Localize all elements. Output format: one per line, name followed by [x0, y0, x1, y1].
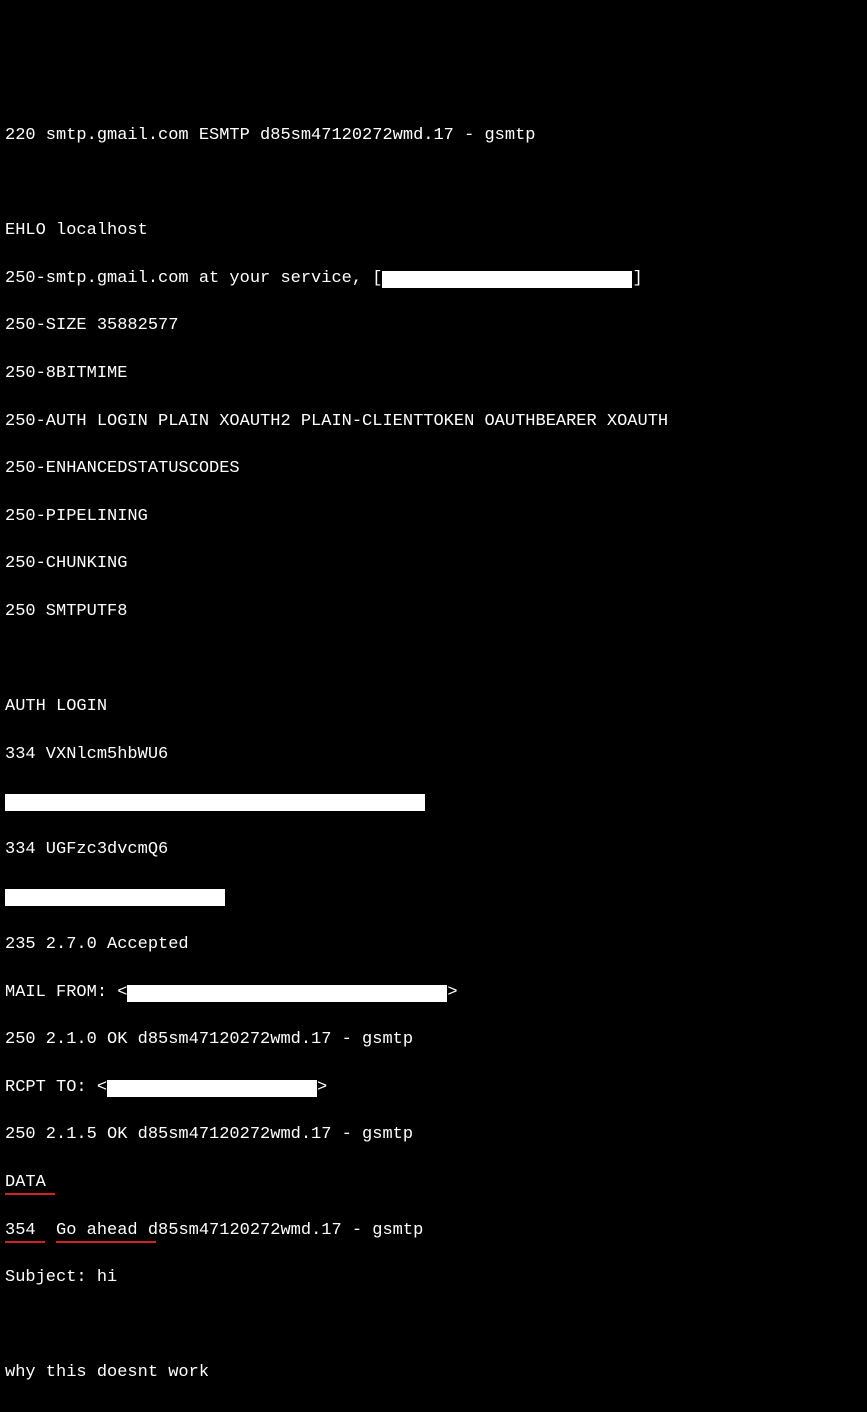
redacted-username-input [5, 790, 862, 814]
smtp-greeting: 220 smtp.gmail.com ESMTP d85sm47120272wm… [5, 124, 862, 148]
redacted-block [5, 794, 425, 811]
blank-line [5, 1314, 862, 1338]
at-service-post: ] [632, 269, 642, 288]
dot-terminator: . [5, 1409, 862, 1412]
blank-line [5, 648, 862, 672]
resp-250-mailok: 250 2.1.0 OK d85sm47120272wmd.17 - gsmtp [5, 1028, 862, 1052]
ehlo-command: EHLO localhost [5, 219, 862, 243]
resp-smtputf8: 250 SMTPUTF8 [5, 600, 862, 624]
code-354: 354 [5, 1221, 36, 1240]
data-text: DATA [5, 1173, 46, 1192]
resp-334-password: 334 UGFzc3dvcmQ6 [5, 838, 862, 862]
resp-chunking: 250-CHUNKING [5, 552, 862, 576]
resp-354-goahead: 354 Go ahead d85sm47120272wmd.17 - gsmtp [5, 1219, 862, 1243]
resp-auth: 250-AUTH LOGIN PLAIN XOAUTH2 PLAIN-CLIEN… [5, 410, 862, 434]
go-ahead-text: Go ahead [56, 1221, 138, 1240]
redacted-ip [382, 271, 632, 288]
resp-8bitmime: 250-8BITMIME [5, 362, 862, 386]
rcpt-to-pre: RCPT TO: < [5, 1078, 107, 1097]
rcpt-to-post: > [317, 1078, 327, 1097]
rcpt-to-line: RCPT TO: < > [5, 1076, 862, 1100]
redacted-from-address [127, 985, 447, 1002]
terminal-output: 220 smtp.gmail.com ESMTP d85sm47120272wm… [5, 100, 862, 1412]
resp-size: 250-SIZE 35882577 [5, 314, 862, 338]
resp-at-service: 250-smtp.gmail.com at your service, [] [5, 267, 862, 291]
data-command: DATA [5, 1171, 862, 1195]
resp-354-rest: d85sm47120272wmd.17 - gsmtp [138, 1221, 424, 1240]
redacted-block [5, 889, 225, 906]
resp-enhanced: 250-ENHANCEDSTATUSCODES [5, 457, 862, 481]
redacted-password-input [5, 885, 862, 909]
resp-334-username: 334 VXNlcm5hbWU6 [5, 743, 862, 767]
resp-pipelining: 250-PIPELINING [5, 505, 862, 529]
mail-from-line: MAIL FROM: < > [5, 981, 862, 1005]
resp-235-accepted: 235 2.7.0 Accepted [5, 933, 862, 957]
mail-from-post: > [447, 983, 457, 1002]
body-line: why this doesnt work [5, 1361, 862, 1385]
mail-from-pre: MAIL FROM: < [5, 983, 127, 1002]
auth-login-command: AUTH LOGIN [5, 695, 862, 719]
redacted-to-address [107, 1080, 317, 1097]
resp-250-rcptok: 250 2.1.5 OK d85sm47120272wmd.17 - gsmtp [5, 1123, 862, 1147]
at-service-pre: 250-smtp.gmail.com at your service, [ [5, 269, 382, 288]
subject-line: Subject: hi [5, 1266, 862, 1290]
blank-line [5, 172, 862, 196]
